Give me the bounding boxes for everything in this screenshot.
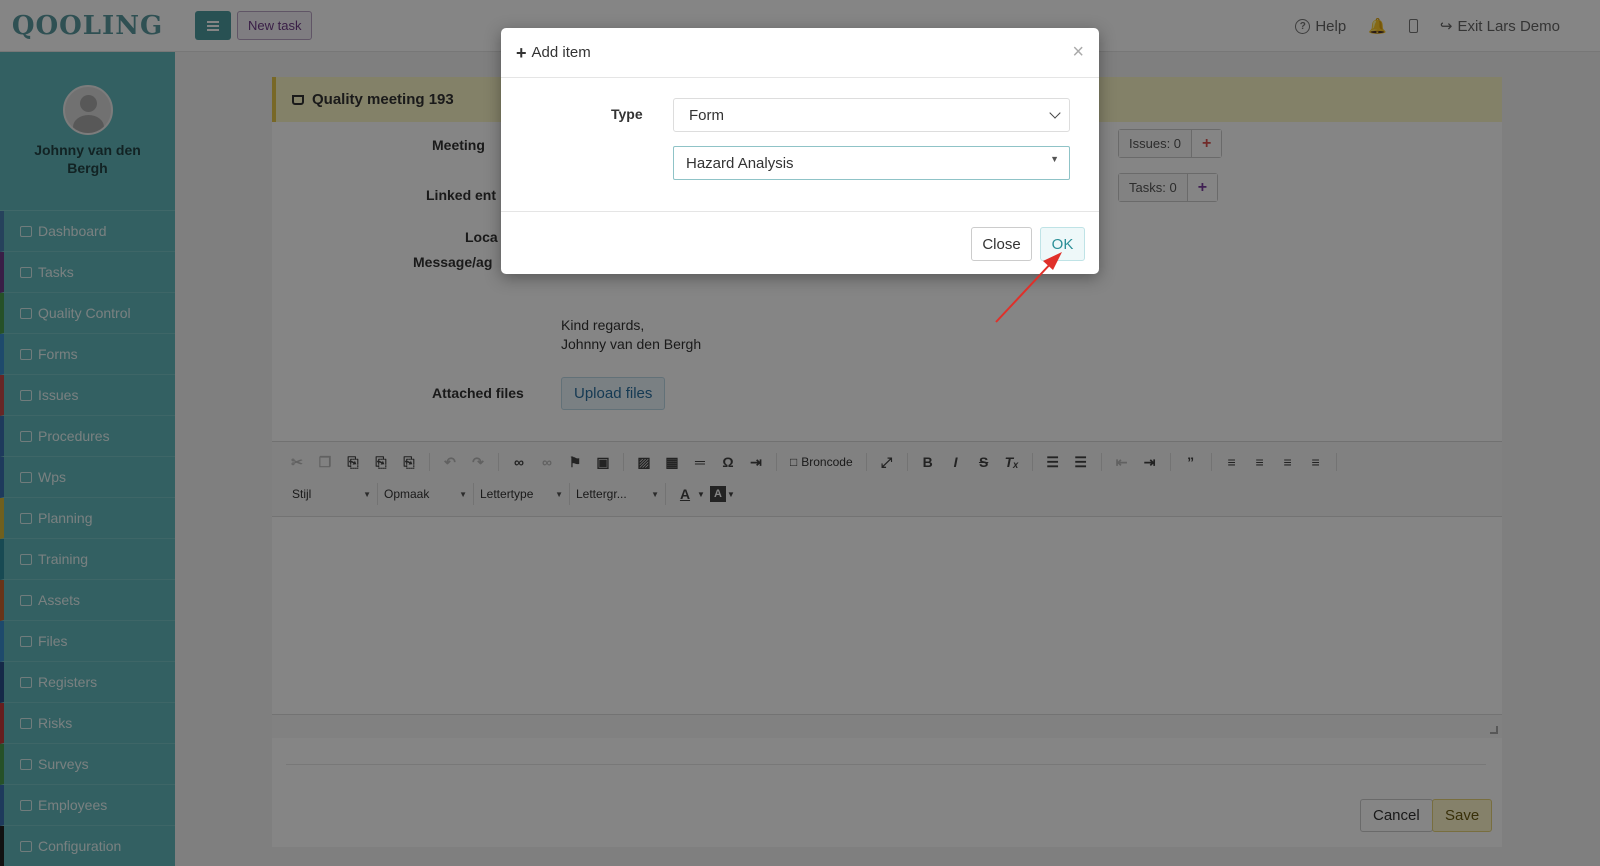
close-button[interactable]: Close <box>971 227 1032 261</box>
ok-button[interactable]: OK <box>1040 227 1085 261</box>
chevron-down-icon <box>1049 107 1061 119</box>
modal-header: + Add item × <box>501 28 1099 78</box>
type-label: Type <box>611 106 643 122</box>
modal-body: Type Form Hazard Analysis ▼ <box>501 78 1099 212</box>
caret-down-icon: ▼ <box>1050 154 1059 164</box>
add-item-modal: + Add item × Type Form Hazard Analysis ▼… <box>501 28 1099 274</box>
plus-icon: + <box>516 42 527 63</box>
modal-footer: Close OK <box>501 212 1099 274</box>
type-select-value: Form <box>689 106 724 124</box>
form-select-value: Hazard Analysis <box>686 154 794 172</box>
form-select[interactable]: Hazard Analysis ▼ <box>673 146 1070 180</box>
type-select[interactable]: Form <box>673 98 1070 132</box>
close-icon[interactable]: × <box>1072 41 1084 64</box>
modal-title: Add item <box>531 44 591 61</box>
